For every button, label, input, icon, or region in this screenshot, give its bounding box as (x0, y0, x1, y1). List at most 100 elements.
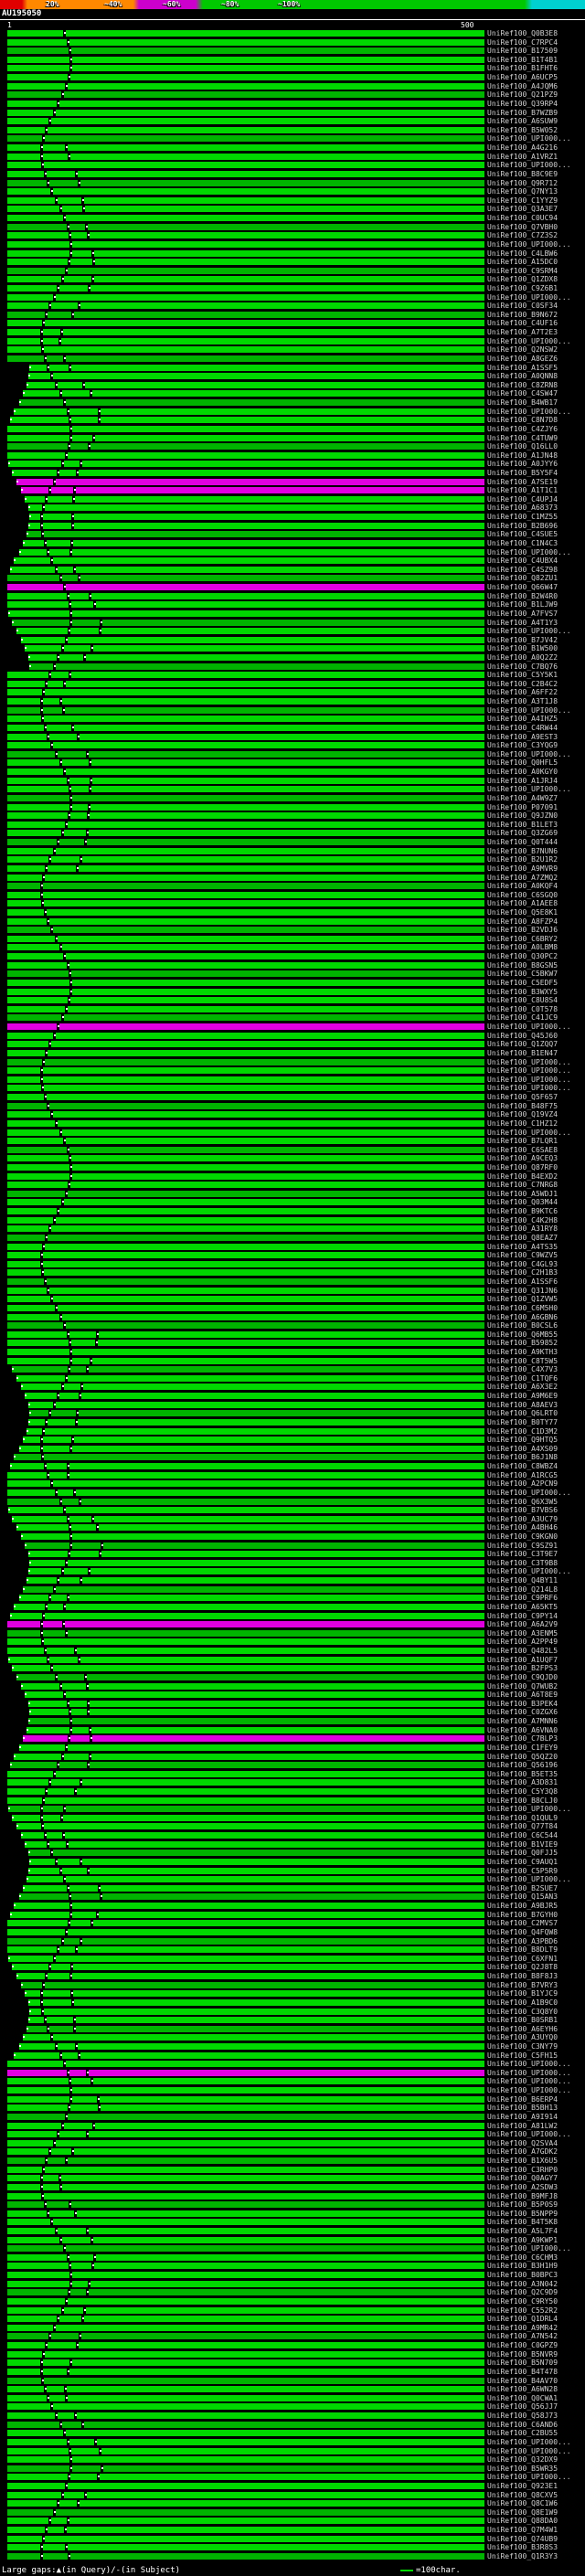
hit-label[interactable]: UniRef100_C3NY79 (487, 2043, 584, 2051)
hit-bar[interactable] (7, 1094, 484, 1100)
hit-bar[interactable] (21, 637, 484, 643)
hit-label[interactable]: UniRef100_A7SE19 (487, 479, 584, 486)
hit-bar[interactable] (7, 1244, 484, 1250)
hit-bar[interactable] (29, 663, 484, 670)
hit-bar[interactable] (7, 312, 484, 318)
hit-label[interactable]: UniRef100_C1HZ12 (487, 1120, 584, 1128)
hit-label[interactable]: UniRef100_A8FZP4 (487, 918, 584, 926)
hit-label[interactable]: UniRef100_A3UC79 (487, 1516, 584, 1523)
hit-label[interactable]: UniRef100_A15DC0 (487, 259, 584, 266)
hit-label[interactable]: UniRef100_Q1R3Y3 (487, 2553, 584, 2560)
hit-bar[interactable] (7, 1023, 484, 1030)
hit-bar[interactable] (23, 2034, 484, 2041)
hit-bar[interactable] (21, 1683, 484, 1690)
hit-bar[interactable] (7, 2131, 484, 2137)
hit-label[interactable]: UniRef100_Q74UB9 (487, 2536, 584, 2543)
hit-label[interactable]: UniRef100_A3PBD6 (487, 1938, 584, 1945)
hit-label[interactable]: UniRef100_UPI000... (487, 1085, 584, 1092)
hit-bar[interactable] (7, 1946, 484, 1953)
hit-label[interactable]: UniRef100_B5W052 (487, 127, 584, 134)
hit-bar[interactable] (7, 2167, 484, 2173)
hit-bar[interactable] (7, 786, 484, 792)
hit-label[interactable]: UniRef100_A4BH46 (487, 1524, 584, 1532)
hit-label[interactable]: UniRef100_C4TUW9 (487, 435, 584, 442)
hit-bar[interactable] (7, 443, 484, 450)
hit-label[interactable]: UniRef100_B0TY77 (487, 1419, 584, 1426)
hit-label[interactable]: UniRef100_C6M5H0 (487, 1305, 584, 1312)
hit-bar[interactable] (28, 654, 484, 661)
hit-label[interactable]: UniRef100_C5FH15 (487, 2052, 584, 2060)
hit-bar[interactable] (28, 1701, 484, 1707)
hit-bar[interactable] (7, 1085, 484, 1091)
hit-label[interactable]: UniRef100_Q15AN3 (487, 1893, 584, 1901)
hit-label[interactable]: UniRef100_B8C9E9 (487, 171, 584, 178)
hit-bar[interactable] (7, 320, 484, 326)
hit-label[interactable]: UniRef100_B1VIE9 (487, 1841, 584, 1849)
hit-bar[interactable] (23, 1436, 484, 1443)
hit-label[interactable]: UniRef100_C6CHM3 (487, 2254, 584, 2262)
hit-bar[interactable] (7, 997, 484, 1003)
hit-label[interactable]: UniRef100_B4AV70 (487, 2378, 584, 2385)
hit-bar[interactable] (7, 2263, 484, 2269)
hit-bar[interactable] (7, 171, 484, 177)
hit-label[interactable]: UniRef100_B4WB17 (487, 399, 584, 407)
hit-label[interactable]: UniRef100_B5NVR9 (487, 2351, 584, 2359)
hit-label[interactable]: UniRef100_A7MNN6 (487, 1718, 584, 1725)
hit-label[interactable]: UniRef100_B0SRB1 (487, 2017, 584, 2024)
hit-label[interactable]: UniRef100_A9M6E9 (487, 1393, 584, 1400)
hit-bar[interactable] (7, 1771, 484, 1777)
hit-bar[interactable] (7, 812, 484, 819)
hit-label[interactable]: UniRef100_B1LJW9 (487, 601, 584, 609)
hit-bar[interactable] (28, 504, 484, 511)
hit-label[interactable]: UniRef100_B1X6U5 (487, 2157, 584, 2165)
hit-bar[interactable] (7, 83, 484, 90)
hit-bar[interactable] (14, 1454, 484, 1460)
hit-bar[interactable] (14, 1903, 484, 1909)
hit-bar[interactable] (7, 232, 484, 239)
hit-label[interactable]: UniRef100_A0QNN8 (487, 373, 584, 380)
hit-bar[interactable] (7, 2061, 484, 2067)
hit-label[interactable]: UniRef100_C4ZJY6 (487, 426, 584, 433)
hit-bar[interactable] (7, 804, 484, 811)
hit-label[interactable]: UniRef100_C4LBW6 (487, 250, 584, 258)
hit-bar[interactable] (29, 1560, 484, 1566)
hit-label[interactable]: UniRef100_UPI000... (487, 408, 584, 416)
hit-bar[interactable] (7, 689, 484, 695)
hit-bar[interactable] (7, 707, 484, 714)
hit-label[interactable]: UniRef100_C1YYZ9 (487, 197, 584, 205)
hit-label[interactable]: UniRef100_Q7WUB2 (487, 1683, 584, 1691)
hit-label[interactable]: UniRef100_C6AND6 (487, 2422, 584, 2429)
hit-bar[interactable] (7, 1033, 484, 1039)
hit-label[interactable]: UniRef100_UPI000... (487, 786, 584, 793)
hit-label[interactable]: UniRef100_Q87RF0 (487, 1164, 584, 1171)
hit-bar[interactable] (7, 865, 484, 872)
hit-label[interactable]: UniRef100_B5P0S9 (487, 2201, 584, 2209)
hit-bar[interactable] (7, 584, 484, 590)
hit-label[interactable]: UniRef100_B5BH13 (487, 2104, 584, 2112)
hit-label[interactable]: UniRef100_C2H1B3 (487, 1269, 584, 1277)
hit-bar[interactable] (7, 1278, 484, 1285)
hit-label[interactable]: UniRef100_C4UF16 (487, 320, 584, 327)
hit-bar[interactable] (7, 2307, 484, 2314)
hit-bar[interactable] (7, 2369, 484, 2375)
hit-label[interactable]: UniRef100_B0CSL6 (487, 1322, 584, 1330)
hit-bar[interactable] (7, 2430, 484, 2436)
hit-label[interactable]: UniRef100_C1D3M2 (487, 1428, 584, 1436)
hit-bar[interactable] (12, 470, 484, 476)
hit-label[interactable]: UniRef100_Q5QZ20 (487, 1754, 584, 1761)
hit-bar[interactable] (7, 1621, 484, 1627)
hit-bar[interactable] (7, 1489, 484, 1496)
hit-label[interactable]: UniRef100_B59852 (487, 1340, 584, 1347)
hit-label[interactable]: UniRef100_Q3A3E7 (487, 206, 584, 213)
hit-label[interactable]: UniRef100_Q66W47 (487, 584, 584, 591)
hit-bar[interactable] (29, 365, 484, 371)
hit-bar[interactable] (8, 1956, 484, 1962)
hit-label[interactable]: UniRef100_C4SUE5 (487, 531, 584, 538)
hit-label[interactable]: UniRef100_B1T4B1 (487, 57, 584, 64)
hit-bar[interactable] (19, 2043, 484, 2050)
hit-label[interactable]: UniRef100_C5Y3Q8 (487, 1788, 584, 1796)
hit-bar[interactable] (7, 1147, 484, 1153)
hit-bar[interactable] (7, 830, 484, 836)
hit-label[interactable]: UniRef100_A65KT5 (487, 1604, 584, 1611)
hit-label[interactable]: UniRef100_C2BU55 (487, 2430, 584, 2437)
